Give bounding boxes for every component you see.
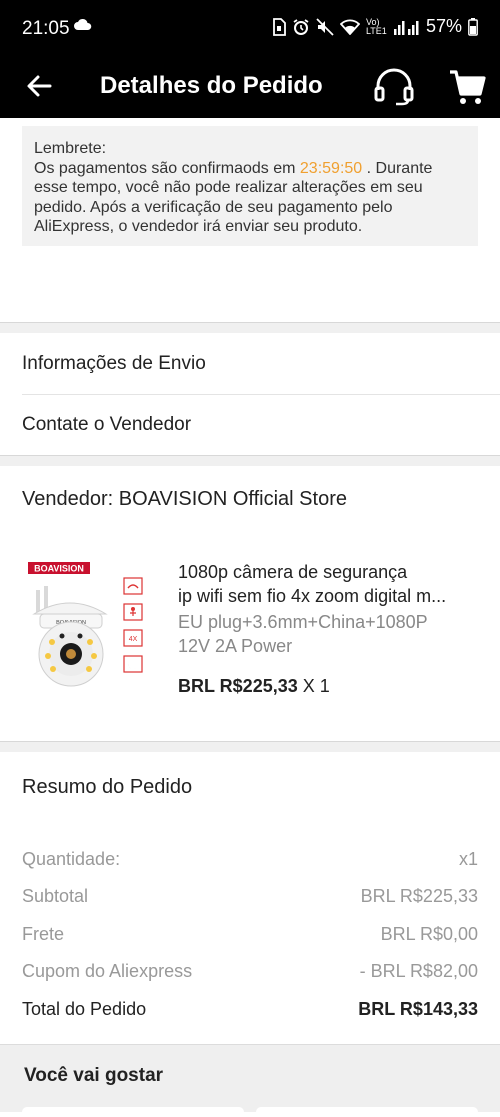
summary-label: Quantidade: [22,849,121,869]
payment-timer: 23:59:50 [299,159,363,177]
product-variant-line2: 12V 2A Power [178,636,293,656]
summary-label: Cupom do Aliexpress [22,961,193,981]
section-divider [0,455,500,466]
alarm-icon [292,18,310,36]
recommendation-card[interactable] [256,1107,478,1117]
section-divider [0,322,500,333]
seller-name[interactable]: Vendedor: BOAVISION Official Store [22,488,347,511]
battery-icon [468,17,478,36]
section-divider [0,741,500,752]
product-variant-line1: EU plug+3.6mm+China+1080P [178,612,428,632]
product-price-line: BRL R$225,33 X 1 [178,676,330,697]
product-title-line2: ip wifi sem fio 4x zoom digital m... [178,586,447,606]
reminder-text: Os pagamentos são confirmaods em 23:59:5… [34,159,466,237]
brand-badge: BOAVISION [34,564,84,574]
svg-text:4X: 4X [129,636,138,643]
sim-icon [272,17,286,36]
contact-seller-label: Contate o Vendedor [22,414,192,435]
back-arrow-icon[interactable] [22,68,58,104]
wifi-icon [339,19,360,35]
total-value: BRL R$143,33 [358,999,478,1019]
product-title[interactable]: 1080p câmera de segurança ip wifi sem fi… [178,560,478,608]
product-title-line1: 1080p câmera de segurança [178,562,408,582]
cloud-icon [74,18,92,37]
headset-icon[interactable] [372,64,416,108]
contact-seller-row[interactable]: Contate o Vendedor [0,395,500,455]
summary-row-shipping: Frete BRL R$0,00 [22,922,478,946]
reminder-label: Lembrete: [34,140,107,157]
recommendations-section: Você vai gostar [0,1044,500,1117]
status-time: 21:05 [22,18,70,39]
reminder-text-before: Os pagamentos são confirmaods em [34,159,300,177]
summary-value: - BRL R$82,00 [359,961,478,981]
product-image[interactable]: BOAVISION BOAVISION 4X [22,556,154,696]
product-variant: EU plug+3.6mm+China+1080P 12V 2A Power [178,610,478,658]
mute-icon [316,17,334,36]
summary-row-quantity: Quantidade: x1 [22,847,478,871]
status-bar: 21:05 Vo) LTE1 57% [0,0,500,56]
payment-reminder: Lembrete: Os pagamentos são confirmaods … [22,126,478,246]
total-label: Total do Pedido [22,999,147,1019]
shipping-info-label: Informações de Envio [22,353,206,374]
recommendations-title: Você vai gostar [24,1065,164,1086]
signal-icon [393,19,420,35]
app-header: Detalhes do Pedido [0,56,500,118]
summary-row-subtotal: Subtotal BRL R$225,33 [22,884,478,908]
order-summary-title: Resumo do Pedido [22,776,193,798]
summary-row-coupon: Cupom do Aliexpress - BRL R$82,00 [22,959,478,983]
network-label: Vo) LTE1 [365,16,387,36]
summary-value: BRL R$0,00 [380,924,478,944]
summary-value: BRL R$225,33 [360,886,478,906]
battery-percent: 57% [425,16,462,36]
summary-label: Frete [22,924,65,944]
recommendation-card[interactable] [22,1107,244,1117]
summary-label: Subtotal [22,886,89,906]
product-price: BRL R$225,33 [178,676,298,696]
product-quantity: X 1 [302,676,330,696]
summary-row-total: Total do Pedido BRL R$143,33 [22,997,478,1021]
status-icons: Vo) LTE1 57% [272,16,478,37]
summary-value: x1 [458,849,478,869]
shipping-info-row[interactable]: Informações de Envio [0,334,500,394]
cart-icon[interactable] [446,64,486,108]
page-title: Detalhes do Pedido [100,72,323,99]
